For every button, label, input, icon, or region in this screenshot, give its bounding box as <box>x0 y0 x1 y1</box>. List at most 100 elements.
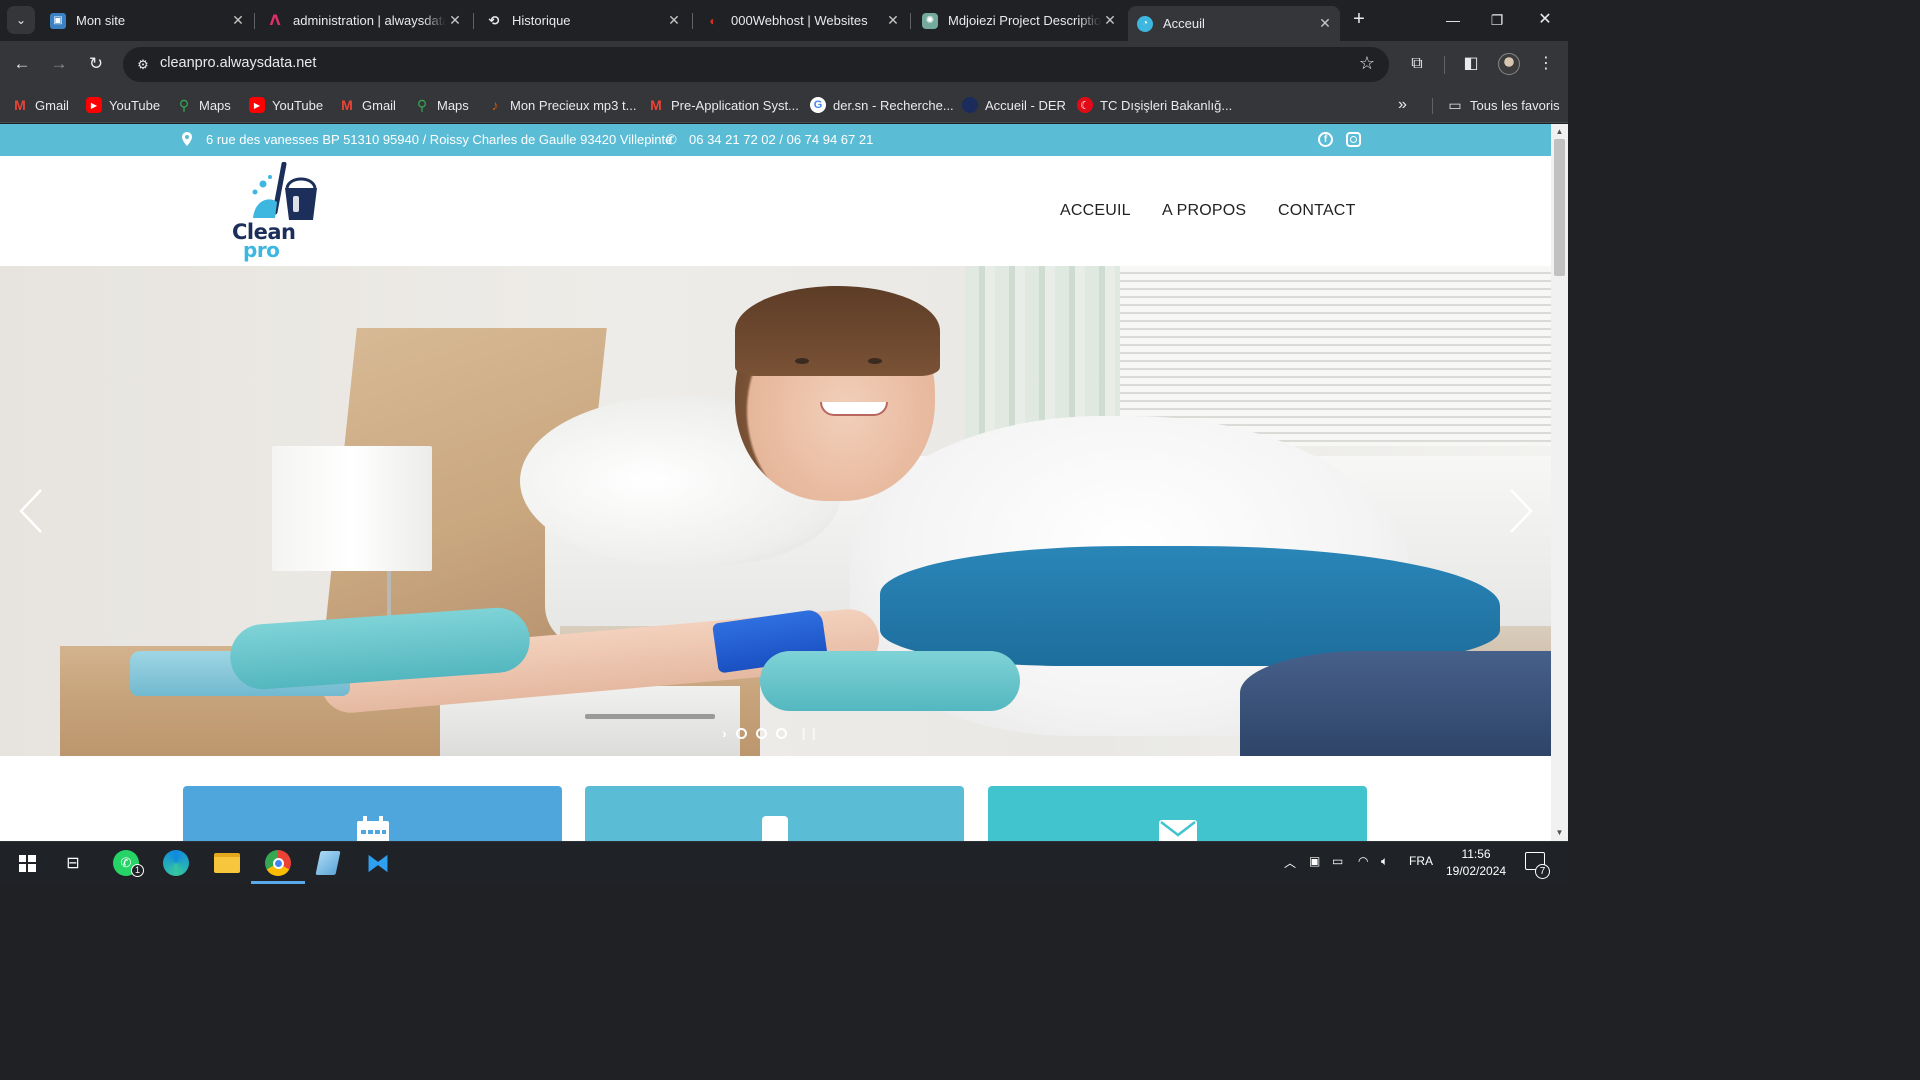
back-button[interactable]: ← <box>9 51 35 77</box>
site-info-icon[interactable]: ⚙ <box>133 55 153 75</box>
profile-avatar[interactable] <box>1498 53 1520 75</box>
wifi-icon[interactable]: ◠ <box>1358 854 1368 868</box>
instagram-icon[interactable] <box>1346 132 1361 147</box>
bookmark-gmail[interactable]: M Gmail <box>12 95 69 115</box>
bookmark-label: Mon Precieux mp3 t... <box>510 97 637 113</box>
close-icon[interactable]: ✕ <box>229 12 247 29</box>
bookmark-label: der.sn - Recherche... <box>833 97 954 113</box>
bookmark-accueil-der[interactable]: Accueil - DER <box>962 95 1066 115</box>
tab-mon-site[interactable]: ▣ Mon site ✕ <box>41 6 253 35</box>
carousel-next-button[interactable] <box>1505 488 1535 534</box>
all-bookmarks-button[interactable]: ▭ Tous les favoris <box>1447 95 1559 115</box>
menu-kebab-icon[interactable]: ⋮ <box>1534 52 1558 76</box>
facebook-icon[interactable]: f <box>1318 132 1333 147</box>
site-header: Clean pro ACCEUIL A PROPOS CONTACT <box>0 156 1551 266</box>
tab-title: administration | alwaysdata <box>293 13 446 28</box>
bookmark-der-search[interactable]: Gder.sn - Recherche... <box>810 95 954 115</box>
tab-000webhost[interactable]: ◐ 000Webhost | Websites ✕ <box>696 6 908 35</box>
taskbar-whatsapp[interactable]: ✆ 1 <box>111 848 144 878</box>
close-icon[interactable]: ✕ <box>1316 15 1334 32</box>
cleanpro-favicon: ◔ <box>1137 15 1153 32</box>
taskbar-chrome[interactable] <box>251 848 305 884</box>
reload-button[interactable]: ↻ <box>83 51 109 77</box>
bookmark-maps[interactable]: ⚲ Maps <box>176 95 231 115</box>
extensions-icon[interactable]: ⧉ <box>1405 52 1429 76</box>
new-tab-button[interactable]: + <box>1348 8 1370 30</box>
close-icon[interactable]: ✕ <box>665 12 683 29</box>
chevron-left-icon <box>19 489 42 533</box>
close-window-button[interactable]: ✕ <box>1530 6 1560 34</box>
bookmark-tc-disisleri[interactable]: ☾ TC Dışişleri Bakanlığ... <box>1077 95 1232 115</box>
more-bookmarks-button[interactable]: » <box>1398 95 1407 115</box>
browser-toolbar: ← → ↻ ⚙ cleanpro.alwaysdata.net ☆ ⧉ ◧ ⋮ <box>0 41 1568 88</box>
forward-button[interactable]: → <box>46 51 72 77</box>
bookmark-label: Gmail <box>362 97 396 113</box>
nav-contact[interactable]: CONTACT <box>1278 202 1356 220</box>
taskbar-vscode[interactable]: ⧓ <box>363 848 393 878</box>
carousel-dot[interactable] <box>735 727 747 739</box>
gmail-icon: M <box>650 97 662 113</box>
bookmark-label: Maps <box>437 97 469 113</box>
tab-alwaysdata[interactable]: ᐱ administration | alwaysdata ✕ <box>258 6 470 35</box>
taskbar-notepad[interactable] <box>313 848 343 878</box>
restore-button[interactable]: ❐ <box>1482 6 1512 34</box>
taskbar-file-explorer[interactable] <box>212 848 242 878</box>
language-indicator[interactable]: FRA <box>1409 854 1433 868</box>
close-icon[interactable]: ✕ <box>1101 12 1119 29</box>
tab-historique[interactable]: ⟲ Historique ✕ <box>477 6 689 35</box>
bookmark-star-icon[interactable]: ☆ <box>1359 53 1375 74</box>
nav-acceuil[interactable]: ACCEUIL <box>1060 202 1131 220</box>
carousel-dot[interactable] <box>775 727 787 739</box>
meet-now-icon[interactable]: ▣ <box>1309 854 1320 868</box>
tab-title: Mon site <box>76 13 126 28</box>
carousel-prev-button[interactable] <box>17 488 47 534</box>
start-button[interactable] <box>12 848 42 878</box>
url-text[interactable]: cleanpro.alwaysdata.net <box>160 55 316 71</box>
taskbar-edge[interactable] <box>161 848 191 878</box>
notification-count: 7 <box>1535 864 1550 879</box>
task-view-icon: ⊟ <box>66 855 80 872</box>
system-clock[interactable]: 11:56 19/02/2024 <box>1446 846 1506 880</box>
tab-acceuil[interactable]: ◔ Acceuil ✕ <box>1128 6 1340 41</box>
bookmark-mp3[interactable]: ♪ Mon Precieux mp3 t... <box>487 95 637 115</box>
notepad-icon <box>315 851 341 875</box>
history-icon: ⟲ <box>488 12 500 28</box>
hero-carousel[interactable]: › ❙❙ <box>0 266 1551 756</box>
close-icon[interactable]: ✕ <box>884 12 902 29</box>
youtube-icon: ▶ <box>86 97 102 113</box>
location-pin-icon <box>182 132 192 146</box>
folder-icon: ▭ <box>1448 96 1462 113</box>
side-panel-icon[interactable]: ◧ <box>1459 52 1483 76</box>
scroll-up-icon[interactable]: ▲ <box>1555 127 1564 136</box>
address-bar[interactable]: ⚙ cleanpro.alwaysdata.net ☆ <box>123 47 1389 82</box>
service-card-phone[interactable] <box>585 786 964 841</box>
reload-icon: ↻ <box>88 54 104 73</box>
service-card-email[interactable] <box>988 786 1367 841</box>
carousel-dot[interactable] <box>755 727 767 739</box>
service-card-calendar[interactable] <box>183 786 562 841</box>
bookmark-label: Pre-Application Syst... <box>671 97 799 113</box>
scroll-down-icon[interactable]: ▼ <box>1555 828 1564 837</box>
bookmark-gmail[interactable]: M Gmail <box>339 95 396 115</box>
plus-icon: + <box>1353 8 1365 30</box>
tab-search-button[interactable]: ⌄ <box>7 6 35 34</box>
bookmark-maps[interactable]: ⚲ Maps <box>414 95 469 115</box>
bookmark-youtube[interactable]: ▶ YouTube <box>86 95 160 115</box>
bookmark-youtube[interactable]: ▶ YouTube <box>249 95 323 115</box>
site-logo[interactable]: Clean pro <box>229 162 321 262</box>
task-view-button[interactable]: ⊟ <box>58 848 88 878</box>
show-hidden-icons-button[interactable]: ︿ <box>1284 854 1296 871</box>
tab-chatgpt[interactable]: ✺ Mdjoiezi Project Descriptio ✕ <box>913 6 1125 35</box>
folder-icon <box>214 853 240 873</box>
pause-icon[interactable]: ❙❙ <box>799 726 819 740</box>
scrollbar-thumb[interactable] <box>1554 139 1565 276</box>
battery-icon[interactable]: ▭ <box>1332 854 1343 868</box>
play-icon[interactable]: › <box>722 725 727 741</box>
minimize-button[interactable]: — <box>1438 6 1468 34</box>
bookmark-pre-application[interactable]: M Pre-Application Syst... <box>648 95 799 115</box>
volume-icon[interactable]: 🔈︎ <box>1381 854 1388 869</box>
close-icon[interactable]: ✕ <box>446 12 464 29</box>
nav-a-propos[interactable]: A PROPOS <box>1162 202 1246 220</box>
google-icon: G <box>810 97 826 113</box>
page-scrollbar[interactable]: ▲ ▼ <box>1551 124 1568 841</box>
